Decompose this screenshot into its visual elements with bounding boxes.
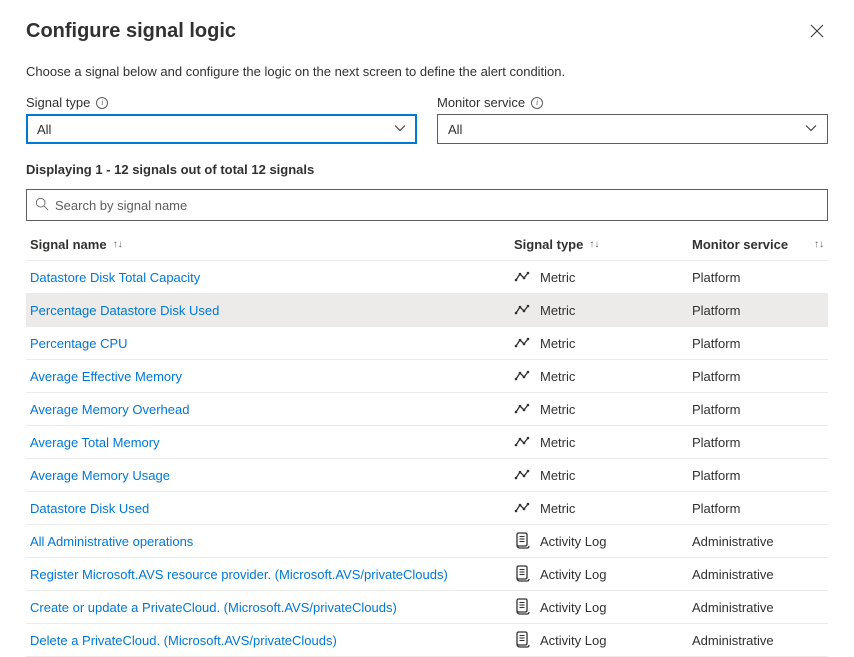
signal-type-value: Metric	[540, 270, 575, 285]
signal-type-select[interactable]: All	[26, 114, 417, 144]
column-header-service[interactable]: Monitor service ↑↓	[692, 237, 824, 252]
sort-icon: ↑↓	[589, 239, 599, 250]
signal-name-link[interactable]: Delete a PrivateCloud. (Microsoft.AVS/pr…	[30, 633, 337, 648]
table-row[interactable]: Percentage Datastore Disk Used Metric Plat…	[26, 294, 828, 327]
signal-type-value: Metric	[540, 501, 575, 516]
signal-name-link[interactable]: All Administrative operations	[30, 534, 193, 549]
page-title: Configure signal logic	[26, 20, 236, 43]
search-icon	[35, 197, 49, 214]
signal-type-value: Activity Log	[540, 567, 606, 582]
signal-type-value: Activity Log	[540, 534, 606, 549]
monitor-service-value: Administrative	[692, 534, 774, 549]
signal-type-value: Activity Log	[540, 600, 606, 615]
monitor-service-value: Platform	[692, 402, 740, 417]
metric-icon	[514, 500, 530, 516]
table-row[interactable]: Average Memory Overhead Metric Platform	[26, 393, 828, 426]
metric-icon	[514, 302, 530, 318]
signal-name-link[interactable]: Average Effective Memory	[30, 369, 182, 384]
monitor-service-value: Administrative	[692, 600, 774, 615]
monitor-service-value: Platform	[692, 369, 740, 384]
signal-type-value: Metric	[540, 336, 575, 351]
signal-name-link[interactable]: Average Memory Overhead	[30, 402, 189, 417]
monitor-service-value: Administrative	[692, 633, 774, 648]
signal-type-value: Metric	[540, 468, 575, 483]
metric-icon	[514, 434, 530, 450]
subtitle: Choose a signal below and configure the …	[26, 64, 828, 79]
sort-icon: ↑↓	[113, 239, 123, 250]
count-label: Displaying 1 - 12 signals out of total 1…	[26, 162, 828, 177]
activity-log-icon	[514, 599, 530, 615]
search-box[interactable]	[26, 189, 828, 221]
signal-type-value: Metric	[540, 303, 575, 318]
monitor-service-value: Platform	[692, 270, 740, 285]
signal-name-link[interactable]: Datastore Disk Used	[30, 501, 149, 516]
metric-icon	[514, 269, 530, 285]
monitor-service-value: Platform	[692, 501, 740, 516]
signals-table: Signal name ↑↓ Signal type ↑↓ Monitor se…	[26, 229, 828, 657]
table-row[interactable]: Average Total Memory Metric Platform	[26, 426, 828, 459]
signal-type-value: Metric	[540, 402, 575, 417]
signal-type-value: Metric	[540, 435, 575, 450]
signal-type-label: Signal type i	[26, 95, 417, 110]
activity-log-icon	[514, 632, 530, 648]
table-row[interactable]: Average Effective Memory Metric Platform	[26, 360, 828, 393]
metric-icon	[514, 467, 530, 483]
activity-log-icon	[514, 566, 530, 582]
monitor-service-value: Administrative	[692, 567, 774, 582]
signal-name-link[interactable]: Datastore Disk Total Capacity	[30, 270, 200, 285]
signal-type-value: Activity Log	[540, 633, 606, 648]
table-row[interactable]: Delete a PrivateCloud. (Microsoft.AVS/pr…	[26, 624, 828, 657]
table-row[interactable]: Register Microsoft.AVS resource provider…	[26, 558, 828, 591]
monitor-service-value: Platform	[692, 468, 740, 483]
info-icon[interactable]: i	[96, 97, 108, 109]
table-row[interactable]: Percentage CPU Metric Platform	[26, 327, 828, 360]
sort-icon: ↑↓	[814, 239, 824, 250]
table-row[interactable]: All Administrative operations Activity Lo…	[26, 525, 828, 558]
table-row[interactable]: Average Memory Usage Metric Platform	[26, 459, 828, 492]
monitor-service-select[interactable]: All	[437, 114, 828, 144]
column-header-name[interactable]: Signal name ↑↓	[30, 237, 514, 252]
signal-name-link[interactable]: Average Memory Usage	[30, 468, 170, 483]
metric-icon	[514, 335, 530, 351]
signal-name-link[interactable]: Create or update a PrivateCloud. (Micros…	[30, 600, 397, 615]
table-row[interactable]: Datastore Disk Used Metric Platform	[26, 492, 828, 525]
chevron-down-icon	[805, 124, 817, 135]
search-input[interactable]	[55, 198, 819, 213]
info-icon[interactable]: i	[531, 97, 543, 109]
signal-name-link[interactable]: Average Total Memory	[30, 435, 160, 450]
monitor-service-value: Platform	[692, 303, 740, 318]
close-icon	[810, 24, 824, 38]
chevron-down-icon	[394, 124, 406, 135]
signal-name-link[interactable]: Register Microsoft.AVS resource provider…	[30, 567, 448, 582]
metric-icon	[514, 401, 530, 417]
monitor-service-value: Platform	[692, 336, 740, 351]
signal-type-value: Metric	[540, 369, 575, 384]
table-header: Signal name ↑↓ Signal type ↑↓ Monitor se…	[26, 229, 828, 261]
metric-icon	[514, 368, 530, 384]
activity-log-icon	[514, 533, 530, 549]
table-row[interactable]: Create or update a PrivateCloud. (Micros…	[26, 591, 828, 624]
signal-name-link[interactable]: Percentage CPU	[30, 336, 128, 351]
table-row[interactable]: Datastore Disk Total Capacity Metric Platf…	[26, 261, 828, 294]
monitor-service-label: Monitor service i	[437, 95, 828, 110]
column-header-type[interactable]: Signal type ↑↓	[514, 237, 692, 252]
monitor-service-value: Platform	[692, 435, 740, 450]
close-button[interactable]	[806, 20, 828, 44]
signal-name-link[interactable]: Percentage Datastore Disk Used	[30, 303, 219, 318]
